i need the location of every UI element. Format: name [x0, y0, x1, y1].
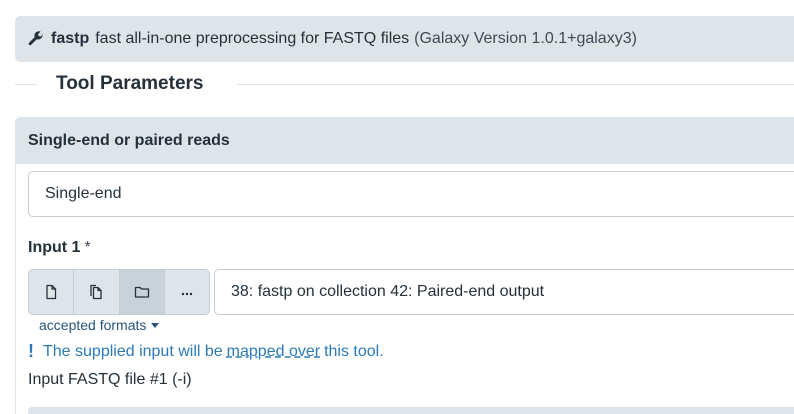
accepted-formats-toggle[interactable]: accepted formats	[39, 317, 160, 333]
tool-name: fastp	[51, 30, 90, 47]
divider	[15, 84, 37, 85]
tool-version: (Galaxy Version 1.0.1+galaxy3)	[414, 30, 637, 47]
divider	[237, 84, 794, 85]
input1-help-text: Input FASTQ file #1 (-i)	[28, 371, 192, 388]
tool-description: fast all-in-one preprocessing for FASTQ …	[95, 30, 410, 47]
reads-type-select[interactable]: Single-end	[28, 171, 794, 217]
file-icon	[46, 284, 57, 300]
input1-dataset-value: 38: fastp on collection 42: Paired-end o…	[231, 283, 545, 300]
tool-header: fastp fast all-in-one preprocessing for …	[15, 16, 794, 62]
single-dataset-button[interactable]	[29, 270, 75, 314]
multiple-datasets-button[interactable]	[74, 270, 120, 314]
more-icon	[181, 292, 193, 296]
mapped-over-link[interactable]: mapped over	[227, 343, 320, 361]
input-source-buttons	[28, 269, 210, 315]
mapped-over-notice: ! The supplied input will be mapped over…	[28, 341, 384, 362]
mapped-notice-suffix: this tool.	[324, 342, 384, 360]
section-title: Tool Parameters	[56, 73, 204, 94]
input1-label: Input 1 *	[28, 239, 91, 257]
required-marker: *	[84, 239, 91, 256]
reads-type-value: Single-end	[45, 185, 122, 202]
more-options-button[interactable]	[164, 270, 209, 314]
input1-label-text: Input 1	[28, 239, 81, 256]
tool-parameters-heading: Tool Parameters	[15, 70, 794, 100]
folder-icon	[134, 286, 149, 298]
files-icon	[90, 284, 103, 300]
reads-param-label: Single-end or paired reads	[16, 118, 794, 164]
caret-down-icon	[151, 322, 160, 328]
wrench-icon	[28, 31, 44, 46]
next-param-panel	[28, 407, 794, 414]
dataset-collection-button[interactable]	[119, 270, 165, 314]
accepted-formats-label: accepted formats	[39, 317, 147, 333]
input1-dataset-select[interactable]: 38: fastp on collection 42: Paired-end o…	[214, 269, 794, 315]
exclamation-icon: !	[28, 341, 34, 361]
reads-param-panel: Single-end or paired reads	[15, 117, 794, 414]
mapped-notice-prefix: The supplied input will be	[43, 342, 223, 360]
